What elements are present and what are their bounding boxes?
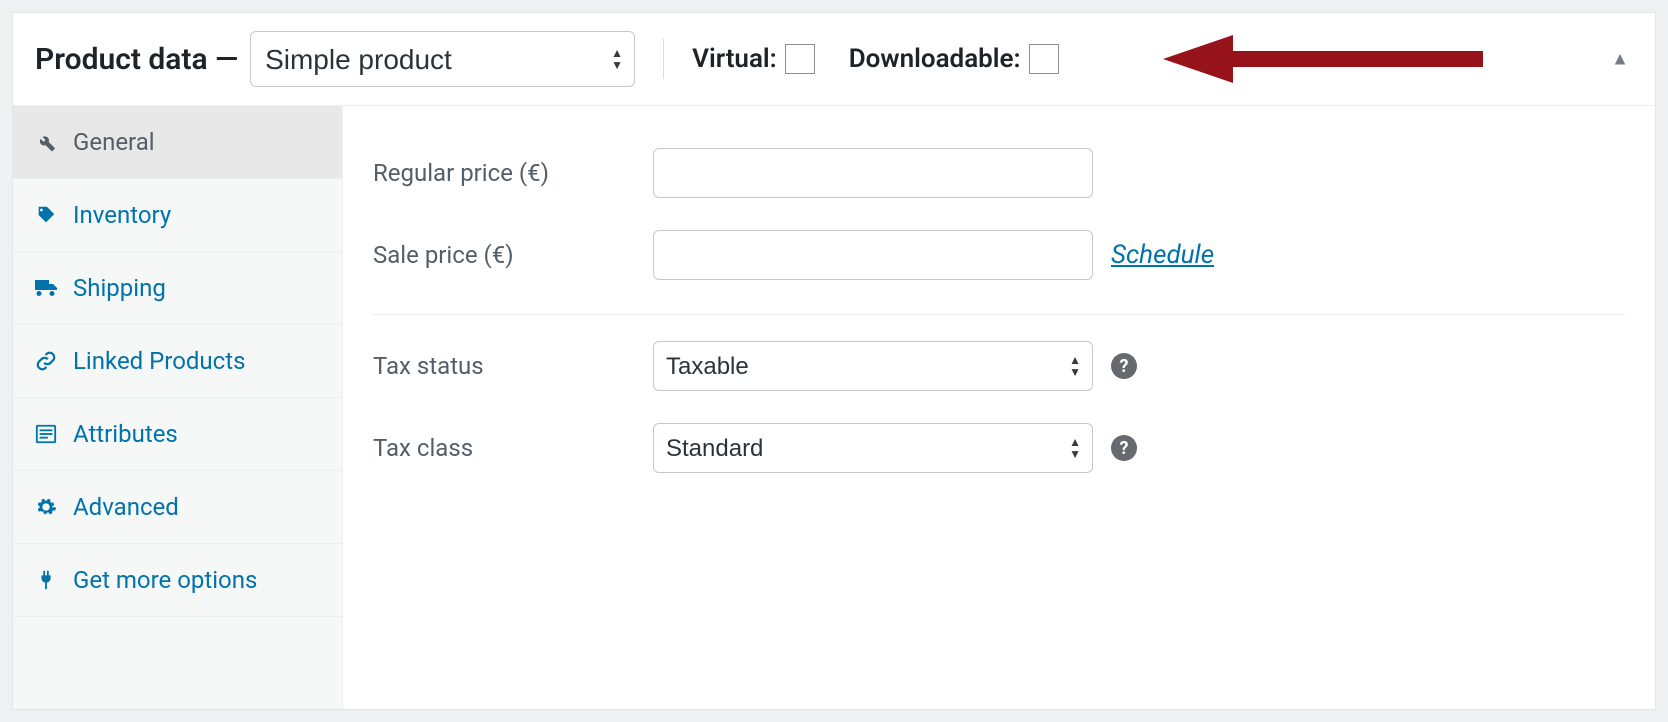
row-tax-class: Tax class Standard ▲▼ ? — [373, 407, 1625, 489]
divider — [663, 39, 664, 79]
tax-status-select[interactable]: Taxable — [653, 341, 1093, 391]
tab-label: Advanced — [73, 493, 179, 521]
product-data-panel: Product data — Simple product ▲▼ Virtual… — [12, 12, 1656, 710]
virtual-label: Virtual: — [692, 44, 777, 74]
truck-icon — [33, 275, 59, 301]
regular-price-input[interactable] — [653, 148, 1093, 198]
tab-advanced[interactable]: Advanced — [13, 471, 342, 544]
tab-label: Inventory — [73, 201, 171, 229]
tab-label: Attributes — [73, 420, 178, 448]
link-icon — [33, 348, 59, 374]
row-regular-price: Regular price (€) — [373, 132, 1625, 214]
product-data-tabs: General Inventory Shipping Linked Produc… — [13, 106, 343, 709]
tab-label: Shipping — [73, 274, 166, 302]
tab-label: Linked Products — [73, 347, 245, 375]
help-icon[interactable]: ? — [1111, 435, 1137, 461]
tax-class-label: Tax class — [373, 434, 653, 462]
gear-icon — [33, 494, 59, 520]
tab-label: Get more options — [73, 566, 257, 594]
tab-general[interactable]: General — [13, 106, 342, 179]
tax-status-label: Tax status — [373, 352, 653, 380]
tab-label: General — [73, 128, 155, 156]
tab-get-more-options[interactable]: Get more options — [13, 544, 342, 617]
tax-class-select[interactable]: Standard — [653, 423, 1093, 473]
virtual-checkbox[interactable] — [785, 44, 815, 74]
tab-shipping[interactable]: Shipping — [13, 252, 342, 325]
plug-icon — [33, 567, 59, 593]
help-icon[interactable]: ? — [1111, 353, 1137, 379]
panel-title: Product data — — [35, 42, 238, 77]
row-sale-price: Sale price (€) Schedule — [373, 214, 1625, 315]
annotation-arrow-icon — [1163, 33, 1483, 85]
wrench-icon — [33, 129, 59, 155]
panel-body: General Inventory Shipping Linked Produc… — [13, 106, 1655, 709]
panel-header: Product data — Simple product ▲▼ Virtual… — [13, 13, 1655, 106]
sale-price-label: Sale price (€) — [373, 241, 653, 269]
tab-inventory[interactable]: Inventory — [13, 179, 342, 252]
list-icon — [33, 421, 59, 447]
sale-price-input[interactable] — [653, 230, 1093, 280]
tab-attributes[interactable]: Attributes — [13, 398, 342, 471]
collapse-toggle[interactable]: ▲ — [1611, 49, 1629, 70]
downloadable-label: Downloadable: — [849, 44, 1021, 74]
general-tab-content: Regular price (€) Sale price (€) Schedul… — [343, 106, 1655, 709]
tab-linked-products[interactable]: Linked Products — [13, 325, 342, 398]
tag-icon — [33, 202, 59, 228]
regular-price-label: Regular price (€) — [373, 159, 653, 187]
product-type-select[interactable]: Simple product — [250, 31, 635, 87]
downloadable-checkbox[interactable] — [1029, 44, 1059, 74]
row-tax-status: Tax status Taxable ▲▼ ? — [373, 325, 1625, 407]
schedule-link[interactable]: Schedule — [1111, 240, 1214, 270]
